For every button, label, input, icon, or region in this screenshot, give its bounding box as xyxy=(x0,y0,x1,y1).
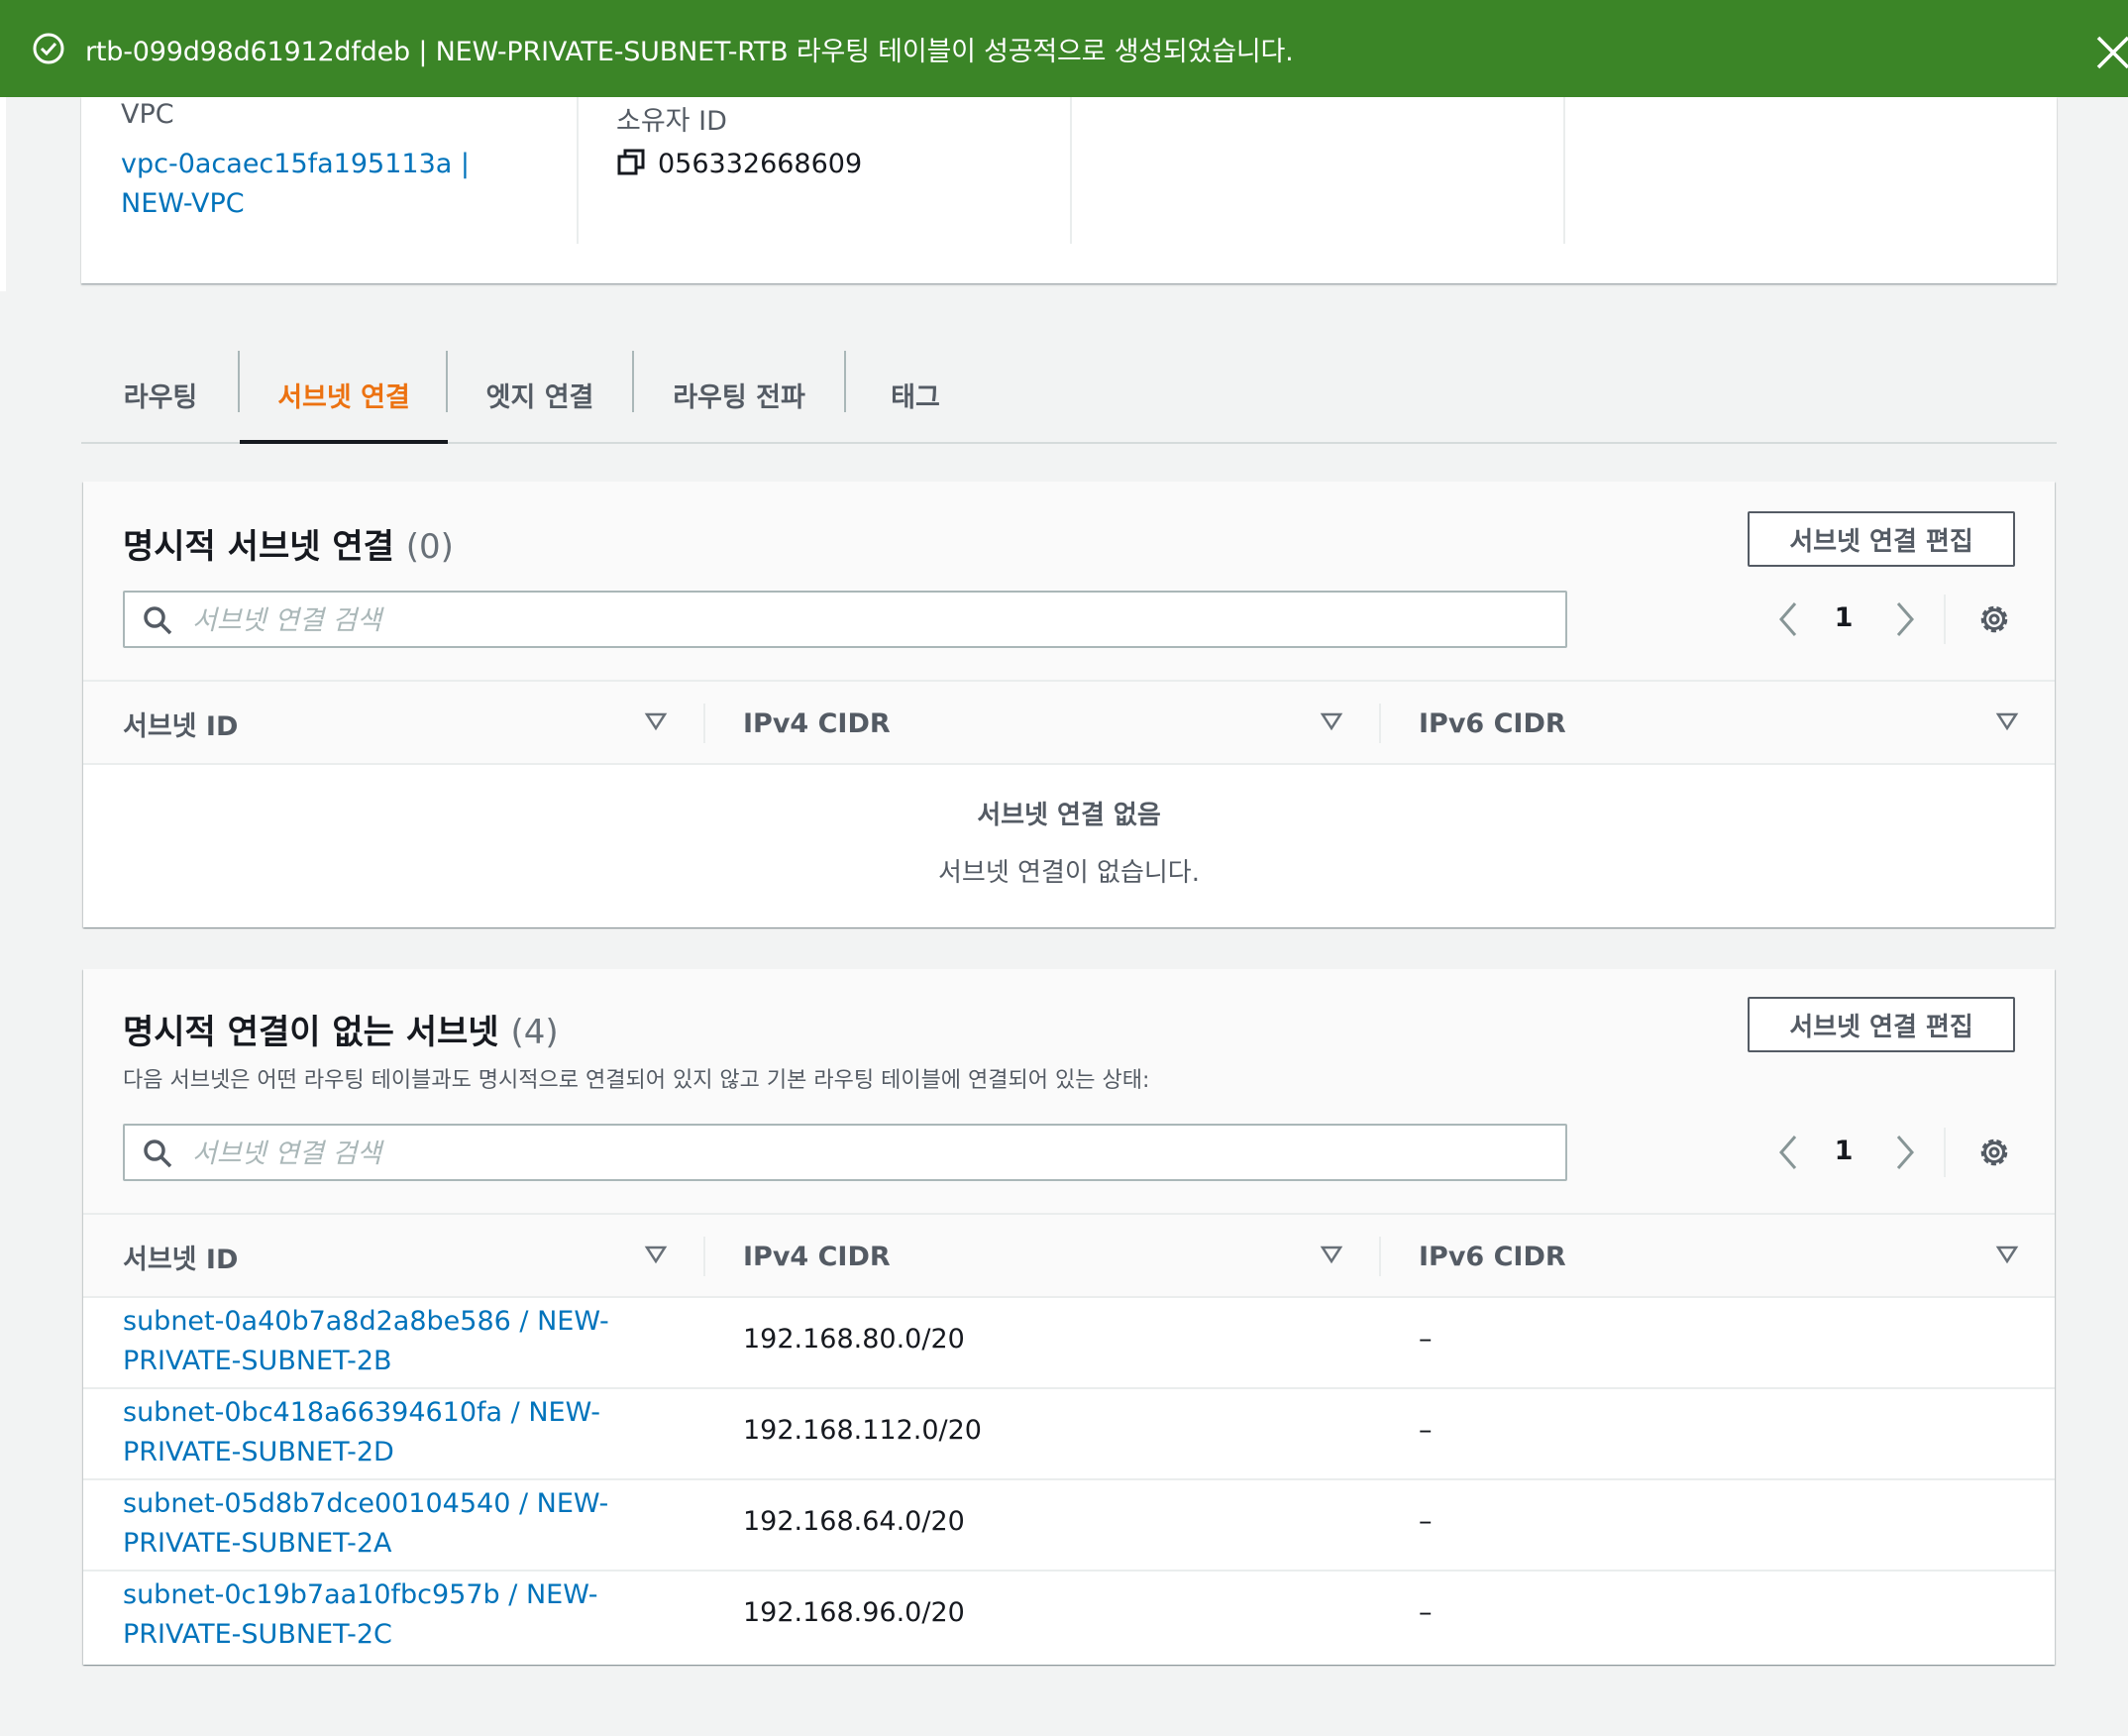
table-row: subnet-0bc418a66394610fa / NEW-PRIVATE-S… xyxy=(83,1389,2055,1480)
sort-down-icon[interactable] xyxy=(1320,709,1343,733)
ipv4-cidr-cell: 192.168.80.0/20 xyxy=(743,1324,965,1355)
ipv6-cidr-cell: – xyxy=(1419,1597,1433,1628)
next-page-icon[interactable] xyxy=(1892,599,1918,639)
search-icon xyxy=(144,606,172,635)
subnet-id-link[interactable]: subnet-0a40b7a8d2a8be586 / NEW-PRIVATE-S… xyxy=(123,1302,638,1381)
ipv4-cidr-cell: 192.168.96.0/20 xyxy=(743,1597,965,1628)
panel-title: 명시적 서브넷 연결 (0) xyxy=(123,519,454,568)
current-page[interactable]: 1 xyxy=(1829,602,1859,633)
previous-page-icon[interactable] xyxy=(1775,1133,1801,1172)
previous-page-icon[interactable] xyxy=(1775,599,1801,639)
left-edge xyxy=(0,97,6,291)
panel-title: 명시적 연결이 없는 서브넷 (4) xyxy=(123,1005,559,1053)
vpc-link[interactable]: vpc-0acaec15fa195113a | NEW-VPC xyxy=(121,145,537,224)
route-table-details-card: VPC vpc-0acaec15fa195113a | NEW-VPC 소유자 … xyxy=(81,97,2057,283)
column-divider xyxy=(577,97,579,244)
column-divider xyxy=(1563,97,1565,244)
pager-separator xyxy=(1944,595,1946,644)
subnet-id-link[interactable]: subnet-0c19b7aa10fbc957b / NEW-PRIVATE-S… xyxy=(123,1575,638,1655)
sort-down-icon[interactable] xyxy=(1995,1243,2019,1266)
success-flash-banner: rtb-099d98d61912dfdeb | NEW-PRIVATE-SUBN… xyxy=(0,0,2128,97)
vpc-detail: VPC vpc-0acaec15fa195113a | NEW-VPC xyxy=(121,97,537,244)
copy-icon[interactable] xyxy=(616,148,646,177)
sort-down-icon[interactable] xyxy=(644,709,668,733)
tab-subnet-associations[interactable]: 서브넷 연결 xyxy=(240,347,448,444)
column-ipv4-cidr[interactable]: IPv4 CIDR xyxy=(743,682,891,765)
panel-header: 명시적 서브넷 연결 (0) 서브넷 연결 편집 1 xyxy=(83,482,2055,680)
search-icon xyxy=(144,1139,172,1168)
owner-detail: 소유자 ID 056332668609 xyxy=(616,97,1032,244)
column-ipv4-cidr[interactable]: IPv4 CIDR xyxy=(743,1215,891,1298)
ipv4-cidr-cell: 192.168.64.0/20 xyxy=(743,1506,965,1537)
tab-route-propagation[interactable]: 라우팅 전파 xyxy=(634,347,844,442)
close-icon[interactable] xyxy=(2086,26,2128,71)
sort-down-icon[interactable] xyxy=(1995,709,2019,733)
column-divider xyxy=(1379,1237,1381,1276)
pager-separator xyxy=(1944,1128,1946,1177)
table-row: subnet-0c19b7aa10fbc957b / NEW-PRIVATE-S… xyxy=(83,1572,2055,1663)
table-row: subnet-05d8b7dce00104540 / NEW-PRIVATE-S… xyxy=(83,1480,2055,1572)
tab-edge-associations[interactable]: 엣지 연결 xyxy=(448,347,632,442)
edit-subnet-associations-button[interactable]: 서브넷 연결 편집 xyxy=(1748,997,2015,1052)
column-ipv6-cidr[interactable]: IPv6 CIDR xyxy=(1419,1215,1566,1298)
search-box xyxy=(123,591,1567,648)
column-subnet-id[interactable]: 서브넷 ID xyxy=(123,1215,238,1298)
panel-title-text: 명시적 연결이 없는 서브넷 xyxy=(123,1013,499,1052)
table-row: subnet-0a40b7a8d2a8be586 / NEW-PRIVATE-S… xyxy=(83,1298,2055,1389)
table-header: 서브넷 ID IPv4 CIDR IPv6 CIDR xyxy=(83,1213,2055,1298)
column-divider xyxy=(1070,97,1072,244)
detail-tabs: 라우팅 서브넷 연결 엣지 연결 라우팅 전파 태그 xyxy=(81,347,2057,444)
owner-label: 소유자 ID xyxy=(616,106,727,137)
empty-state-title: 서브넷 연결 없음 xyxy=(977,801,1161,830)
flash-message: rtb-099d98d61912dfdeb | NEW-PRIVATE-SUBN… xyxy=(85,36,1294,67)
current-page[interactable]: 1 xyxy=(1829,1136,1859,1166)
column-ipv6-cidr[interactable]: IPv6 CIDR xyxy=(1419,682,1566,765)
success-check-icon xyxy=(33,33,64,64)
search-input[interactable] xyxy=(190,1132,1551,1175)
table-header: 서브넷 ID IPv4 CIDR IPv6 CIDR xyxy=(83,680,2055,765)
panel-description: 다음 서브넷은 어떤 라우팅 테이블과도 명시적으로 연결되어 있지 않고 기본… xyxy=(123,1068,1150,1093)
gear-icon[interactable] xyxy=(1977,1136,2011,1169)
sort-down-icon[interactable] xyxy=(1320,1243,1343,1266)
sort-down-icon[interactable] xyxy=(644,1243,668,1266)
column-divider xyxy=(703,704,705,743)
panel-title-text: 명시적 서브넷 연결 xyxy=(123,527,394,567)
tab-routes[interactable]: 라우팅 xyxy=(101,347,220,442)
panel-count: (0) xyxy=(405,527,454,567)
ipv4-cidr-cell: 192.168.112.0/20 xyxy=(743,1415,982,1446)
column-divider xyxy=(1379,704,1381,743)
column-subnet-id[interactable]: 서브넷 ID xyxy=(123,682,238,765)
empty-state-description: 서브넷 연결이 없습니다. xyxy=(938,858,1200,888)
vpc-label: VPC xyxy=(121,99,174,130)
panel-header: 명시적 연결이 없는 서브넷 (4) 다음 서브넷은 어떤 라우팅 테이블과도 … xyxy=(83,969,2055,1213)
search-input[interactable] xyxy=(190,598,1551,642)
search-box xyxy=(123,1124,1567,1181)
panel-count: (4) xyxy=(510,1013,559,1052)
explicit-subnet-associations-panel: 명시적 서브넷 연결 (0) 서브넷 연결 편집 1 서브넷 ID IPv xyxy=(83,482,2055,927)
tab-tags[interactable]: 태그 xyxy=(846,347,985,442)
ipv6-cidr-cell: – xyxy=(1419,1506,1433,1537)
next-page-icon[interactable] xyxy=(1892,1133,1918,1172)
gear-icon[interactable] xyxy=(1977,602,2011,636)
subnet-id-link[interactable]: subnet-05d8b7dce00104540 / NEW-PRIVATE-S… xyxy=(123,1484,638,1564)
subnet-id-link[interactable]: subnet-0bc418a66394610fa / NEW-PRIVATE-S… xyxy=(123,1393,638,1472)
edit-subnet-associations-button[interactable]: 서브넷 연결 편집 xyxy=(1748,511,2015,567)
owner-id: 056332668609 xyxy=(658,149,863,179)
ipv6-cidr-cell: – xyxy=(1419,1415,1433,1446)
owner-value-row: 056332668609 xyxy=(616,145,862,184)
column-divider xyxy=(703,1237,705,1276)
ipv6-cidr-cell: – xyxy=(1419,1324,1433,1355)
subnets-without-explicit-associations-panel: 명시적 연결이 없는 서브넷 (4) 다음 서브넷은 어떤 라우팅 테이블과도 … xyxy=(83,969,2055,1665)
